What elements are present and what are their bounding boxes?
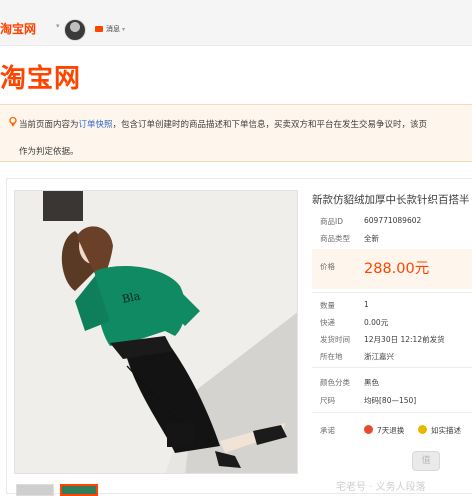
quantity-label: 数量 [320, 301, 335, 310]
size-label: 尺码 [320, 396, 335, 405]
size-value: 均码[80—150] [364, 396, 417, 405]
service-accurate-description[interactable]: 如实描述 [418, 425, 461, 436]
thumbs-up-icon [418, 425, 427, 434]
notice-line-2: 作为判定依据。 [19, 147, 79, 157]
ship-time-value: 12月30日 12:12前发货 [364, 335, 445, 344]
watermark-text: 宅老号 · 义务人段落 [336, 482, 426, 493]
service-label: 7天退换 [377, 426, 405, 435]
product-type-label: 商品类型 [320, 234, 350, 243]
taobao-logo[interactable]: 淘宝网 [0, 58, 81, 95]
divider [312, 292, 472, 293]
thumbnail[interactable] [16, 484, 54, 496]
chevron-down-icon[interactable]: ▾ [56, 22, 60, 30]
notice-text: ，包含订单创建时的商品描述和下单信息，买卖双方和平台在发生交易争议时，该页 [112, 120, 428, 130]
chevron-down-icon: ▾ [122, 26, 126, 33]
product-id-label: 商品ID [320, 217, 343, 226]
divider [312, 367, 472, 368]
messages-link[interactable]: 消息 ▾ [95, 24, 125, 34]
divider [312, 412, 472, 413]
thumbnail-active[interactable] [60, 484, 98, 496]
shipping-value: 0.00元 [364, 318, 389, 327]
watermark-badge: 值 [412, 451, 440, 471]
location-pin-icon [9, 117, 17, 127]
color-label: 颜色分类 [320, 378, 350, 387]
messages-label: 消息 [106, 25, 120, 33]
color-value: 黑色 [364, 378, 379, 387]
quantity-value: 1 [364, 300, 369, 309]
notice-line-1: 当前页面内容为订单快照，包含订单创建时的商品描述和下单信息，买卖双方和平台在发生… [19, 118, 427, 130]
top-bar: 淘宝网 ▾ 消息 ▾ [0, 0, 472, 46]
product-title: 新款仿貂绒加厚中长款针织百搭半 [312, 194, 470, 206]
taobao-mini-logo[interactable]: 淘宝网 [0, 20, 36, 37]
return-icon [364, 425, 373, 434]
logo-row: 淘宝网 [0, 46, 472, 102]
location-label: 所在地 [320, 352, 343, 361]
service-7day-return[interactable]: 7天退换 [364, 425, 404, 436]
service-label: 如实描述 [431, 426, 461, 435]
price-value: 288.00元 [364, 261, 430, 277]
order-snapshot-link[interactable]: 订单快照 [79, 120, 113, 130]
notice-prefix: 当前页面内容为 [19, 120, 79, 130]
ship-time-label: 发货时间 [320, 335, 350, 344]
product-type-value: 全新 [364, 234, 379, 243]
product-photo-illustration: Bla [15, 191, 297, 473]
promise-label: 承诺 [320, 426, 335, 435]
shipping-label: 快递 [320, 318, 335, 327]
price-box: 价格 288.00元 [312, 249, 472, 289]
price-label: 价格 [320, 262, 335, 271]
avatar[interactable] [64, 19, 86, 41]
product-id-value: 609771089602 [364, 216, 422, 225]
location-value: 浙江嘉兴 [364, 352, 394, 361]
snapshot-notice: 当前页面内容为订单快照，包含订单创建时的商品描述和下单信息，买卖双方和平台在发生… [0, 104, 472, 162]
product-image[interactable]: Bla [14, 190, 298, 474]
envelope-icon [95, 26, 103, 32]
